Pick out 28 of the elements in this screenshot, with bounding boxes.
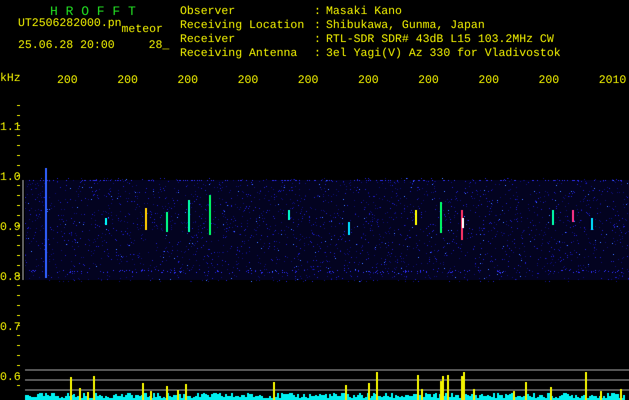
file-name: UT2506282000.pn (18, 18, 122, 32)
event-type: meteor (122, 24, 163, 38)
time-label: 200 (358, 75, 380, 87)
info-separator: : (314, 20, 322, 34)
info-label: Receiver (180, 34, 236, 48)
info-separator: : (314, 6, 322, 20)
time-label: 200 (177, 75, 200, 87)
time-label: 200 (478, 75, 500, 87)
timestamp: 25.06.28 20:00 (18, 40, 115, 52)
info-value: 3el Yagi(V) Az 330 for Vladivostok (326, 48, 561, 62)
app-title: H R O F F T (50, 6, 137, 18)
info-separator: : (314, 34, 322, 48)
time-label: 200 (238, 75, 260, 87)
time-label: 200 (298, 75, 320, 87)
time-label: 200 (418, 75, 440, 87)
time-label: 200 (57, 75, 79, 87)
event-count: 28_ (148, 40, 170, 52)
time-label: 200 (117, 75, 139, 87)
frequency-unit: kHz (0, 73, 22, 85)
time-label: 200 (538, 75, 560, 87)
info-value: RTL-SDR SDR# 43dB L15 103.2MHz CW (326, 34, 555, 48)
info-label: Receiving Antenna (180, 48, 298, 62)
info-value: Masaki Kano (326, 6, 403, 20)
time-label: 2010 (598, 75, 628, 87)
info-value: Shibukawa, Gunma, Japan (326, 20, 486, 34)
info-label: Observer (180, 6, 236, 20)
info-label: Receiving Location (180, 20, 306, 34)
info-separator: : (314, 48, 322, 62)
